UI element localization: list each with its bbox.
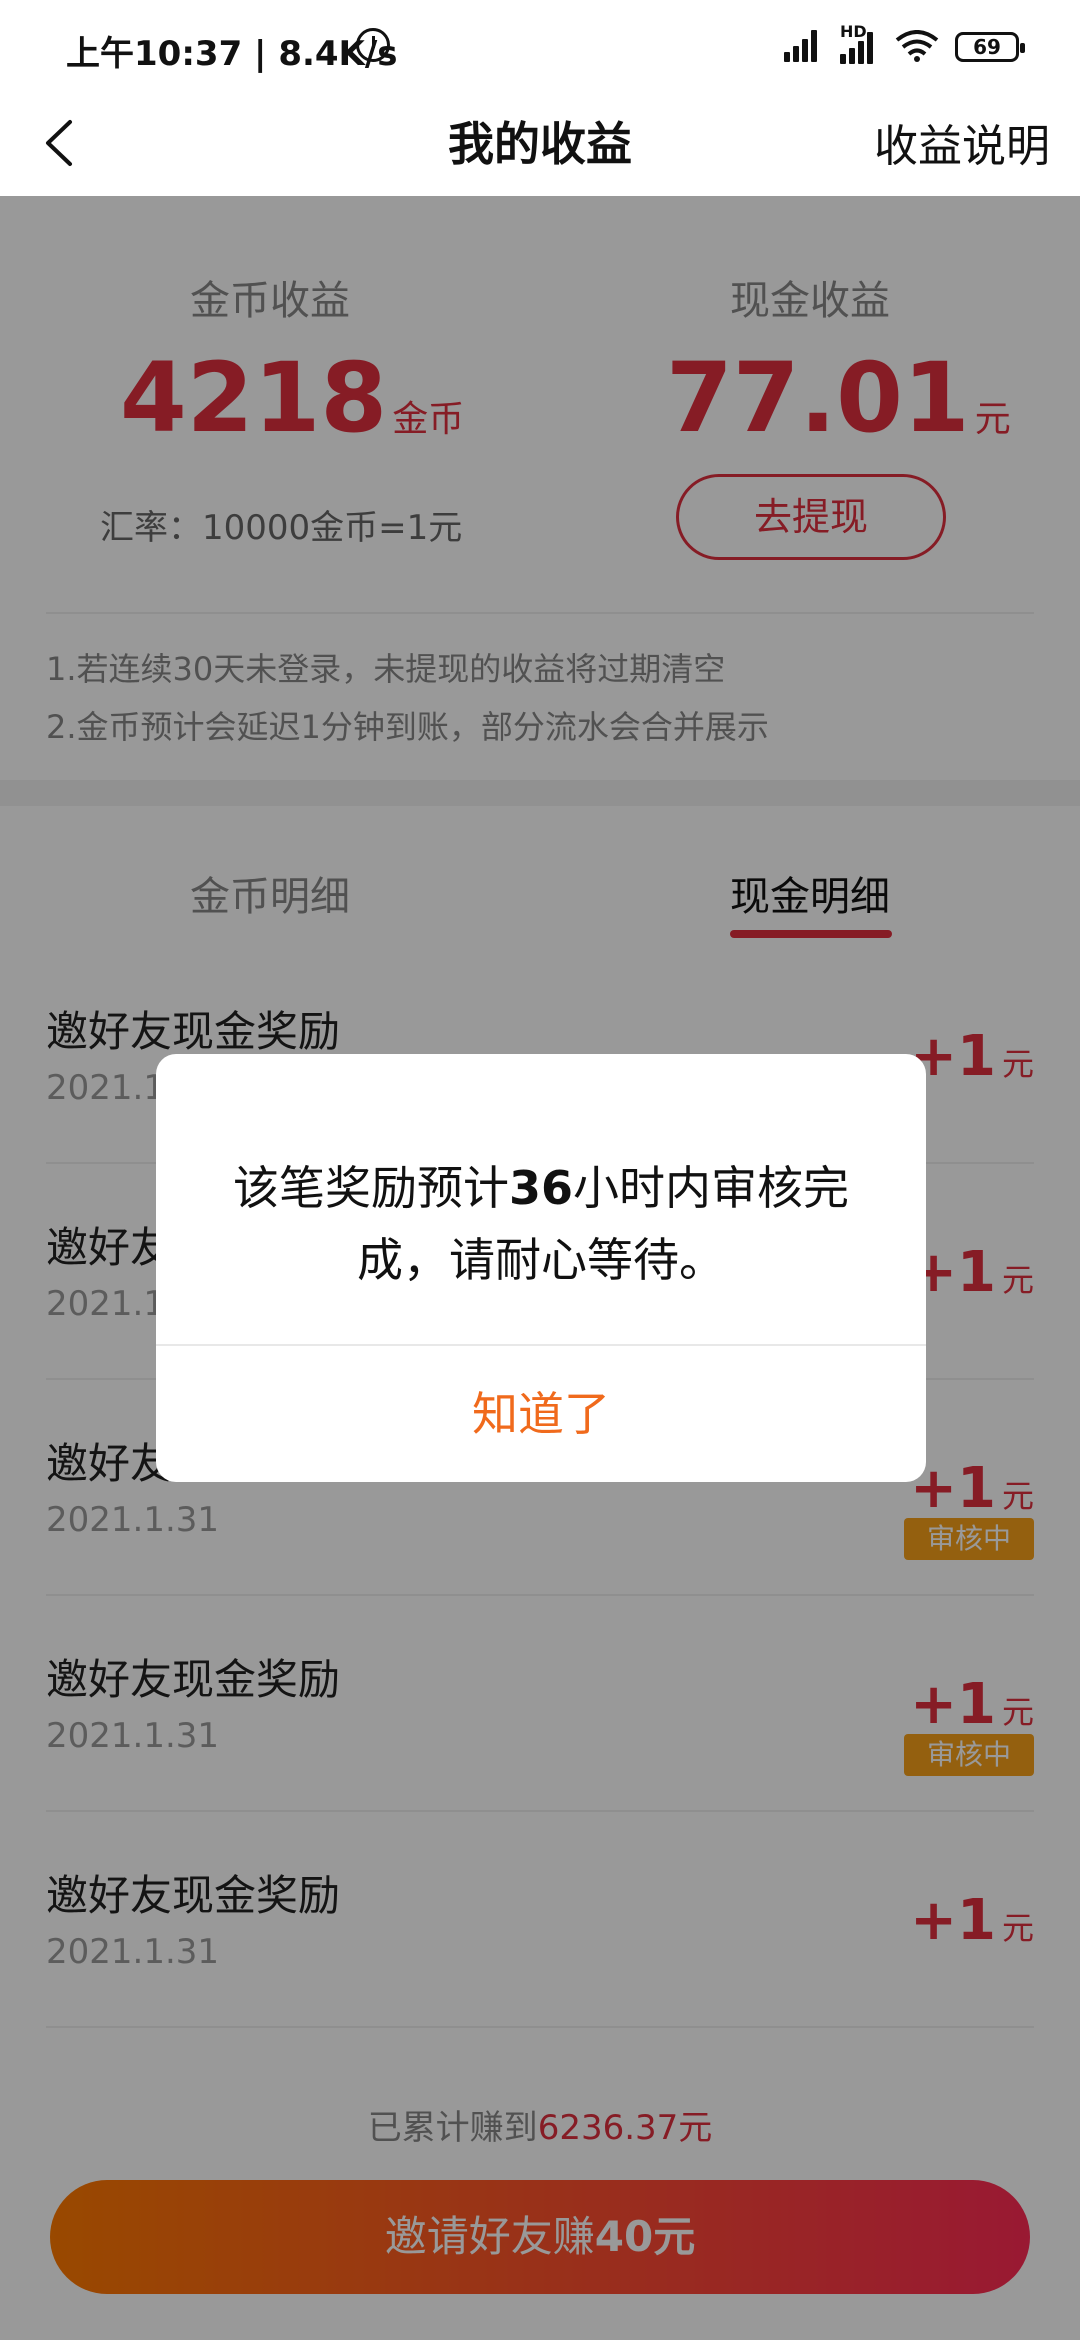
dialog-message: 该笔奖励预计36小时内审核完 成，请耐心等待。 <box>232 1161 849 1287</box>
signal-icon <box>784 28 824 62</box>
review-dialog: 该笔奖励预计36小时内审核完 成，请耐心等待。 知道了 <box>156 1054 926 1482</box>
alarm-icon <box>356 28 390 62</box>
status-time: 上午10:37 | 8.4K/s <box>66 34 398 74</box>
status-bar: 上午10:37 | 8.4K/s HD 69 <box>0 0 1080 90</box>
back-arrow-icon[interactable] <box>40 118 80 168</box>
earnings-explain-link[interactable]: 收益说明 <box>874 110 1050 174</box>
page-title: 我的收益 <box>448 117 632 171</box>
dialog-ok-button[interactable]: 知道了 <box>156 1346 926 1482</box>
wifi-icon <box>895 30 939 62</box>
battery-icon: 69 <box>955 32 1025 62</box>
signal-hd-icon <box>840 30 880 64</box>
